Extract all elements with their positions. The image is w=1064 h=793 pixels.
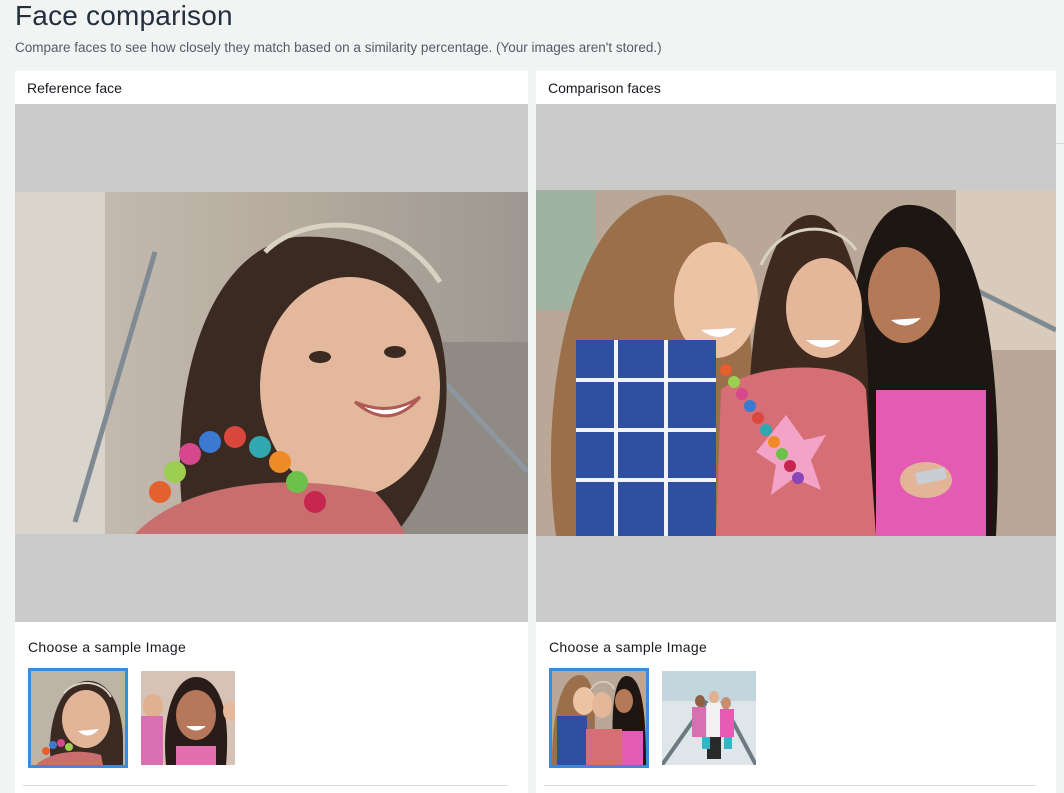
comparison-faces-header: Comparison faces <box>548 80 661 96</box>
comparison-thumbnail-list <box>549 668 759 768</box>
edge-divider <box>1056 143 1064 144</box>
comparison-faces-panel: Comparison faces Choose a sample Image <box>536 71 1056 793</box>
reference-thumbnail-2[interactable] <box>138 668 238 768</box>
reference-thumbnail-list <box>28 668 238 768</box>
reference-face-panel: Reference face Choose a sample Image <box>15 71 528 793</box>
page-title: Face comparison <box>15 0 233 31</box>
comparison-thumbnail-2[interactable] <box>659 668 759 768</box>
comparison-sample-label: Choose a sample Image <box>549 639 708 655</box>
reference-thumbnail-1[interactable] <box>28 668 128 768</box>
reference-sample-label: Choose a sample Image <box>28 639 187 655</box>
comparison-image-dropzone[interactable] <box>536 104 1056 622</box>
comparison-photo <box>536 190 1056 536</box>
reference-image-dropzone[interactable] <box>15 104 528 622</box>
comparison-thumbnail-1[interactable] <box>549 668 649 768</box>
comparison-divider <box>544 785 1036 786</box>
reference-photo <box>15 192 528 534</box>
reference-face-header: Reference face <box>27 80 122 96</box>
reference-divider <box>23 785 508 786</box>
page-description: Compare faces to see how closely they ma… <box>15 40 662 55</box>
